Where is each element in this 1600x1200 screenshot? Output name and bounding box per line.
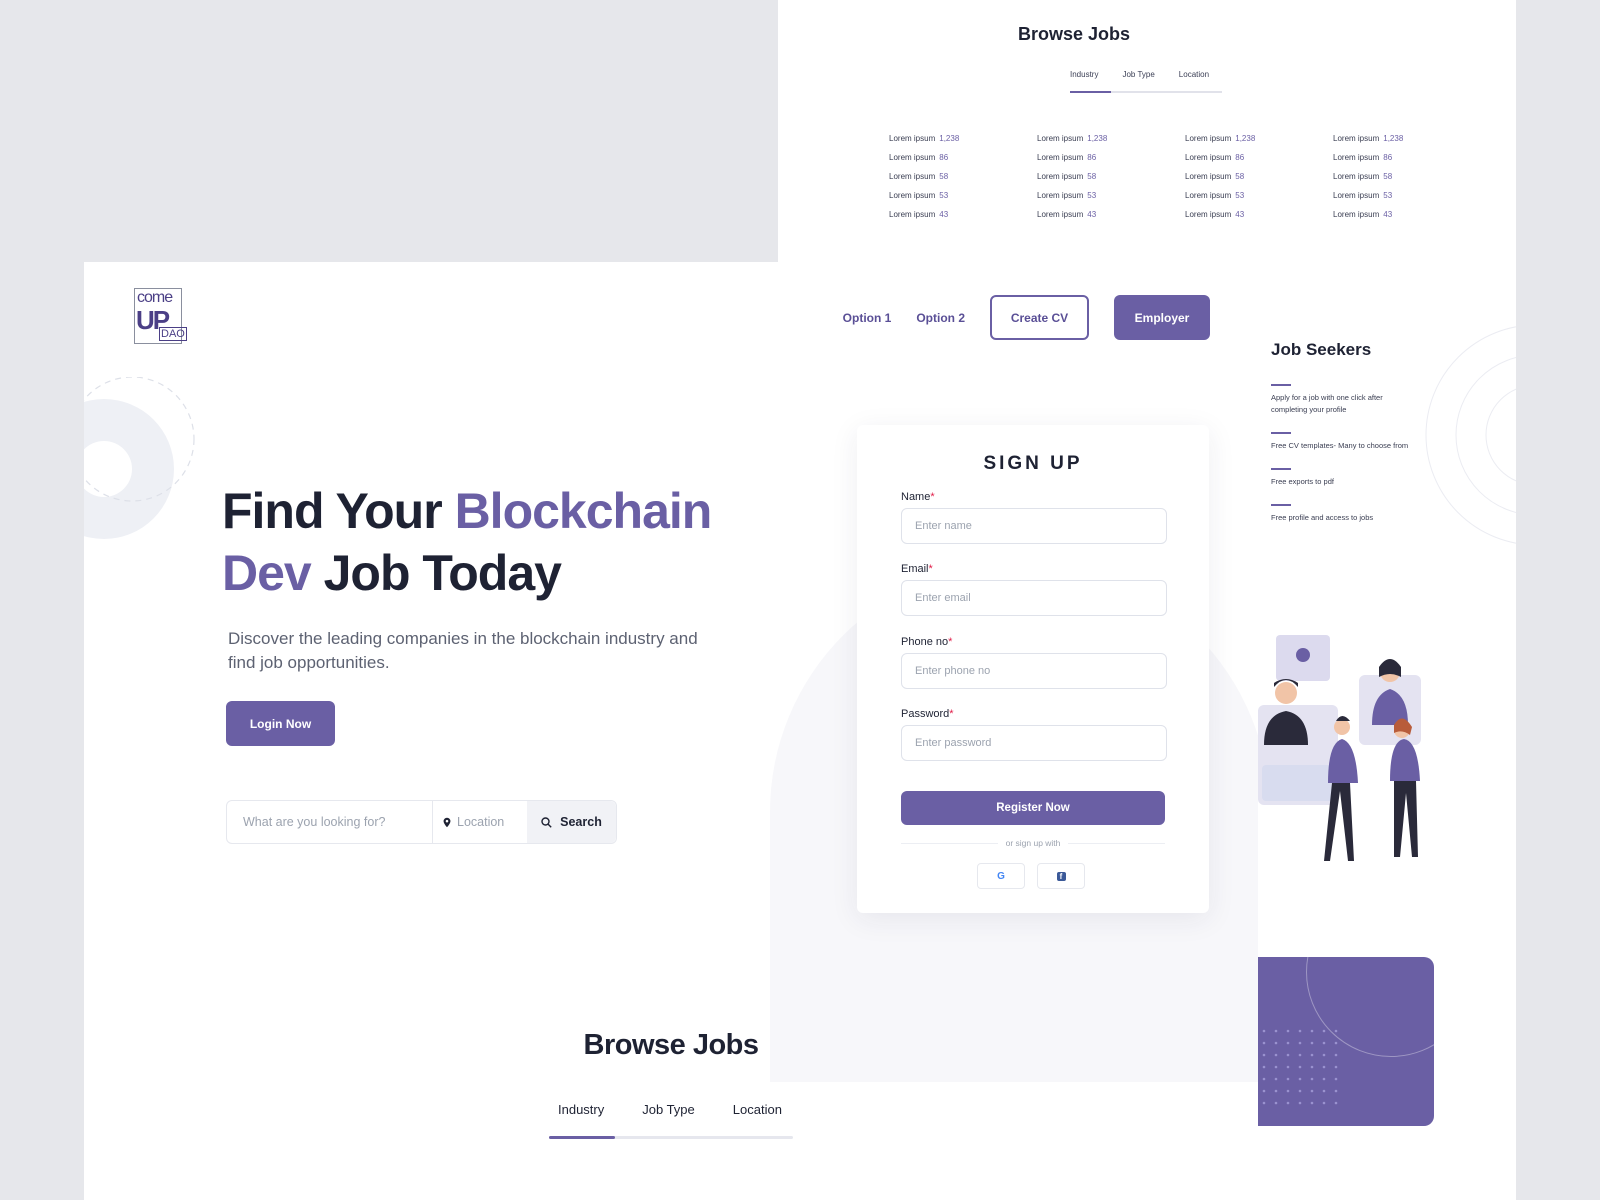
search-input[interactable] [227,801,433,843]
tab-industry[interactable]: Industry [549,1102,613,1117]
category-item[interactable]: Lorem ipsum 58 [1333,172,1481,181]
back-tabs: Industry Job Type Location [1070,70,1209,91]
tab-indicator [549,1136,793,1139]
google-signup-button[interactable]: G [977,863,1025,889]
search-button-label: Search [560,815,602,829]
category-item[interactable]: Lorem ipsum 86 [1333,153,1481,162]
back-tab-industry[interactable]: Industry [1070,70,1098,91]
phone-input[interactable] [901,653,1167,689]
hero-subtitle: Discover the leading companies in the bl… [228,629,698,672]
category-item[interactable]: Lorem ipsum 43 [889,210,1037,219]
location-field[interactable] [433,801,527,843]
tab-location[interactable]: Location [724,1102,791,1117]
job-search-bar: Search [226,800,617,844]
category-item[interactable]: Lorem ipsum 86 [1185,153,1333,162]
category-item[interactable]: Lorem ipsum 1,238 [1333,134,1481,143]
job-seekers-title: Job Seekers [1271,340,1372,359]
category-item[interactable]: Lorem ipsum 43 [1037,210,1185,219]
browse-jobs-title: Browse Jobs [583,1029,760,1061]
back-tab-location[interactable]: Location [1179,70,1209,91]
google-icon: G [997,870,1005,882]
category-item[interactable]: Lorem ipsum 43 [1185,210,1333,219]
password-input[interactable] [901,725,1167,761]
category-item[interactable]: Lorem ipsum 53 [889,191,1037,200]
seeker-benefit: Free exports to pdf [1271,468,1411,488]
signup-form: SIGN UP Name* Email* Phone no* Password*… [857,425,1209,913]
location-input[interactable] [457,815,527,829]
category-item[interactable]: Lorem ipsum 53 [1185,191,1333,200]
browse-tabs: Industry Job Type Location [549,1102,811,1117]
comeup-dao-logo[interactable]: come UP DAO [134,288,187,344]
back-tab-indicator [1070,91,1222,93]
landing-page-card: come UP DAO Option 1 Option 2 Create CV … [84,262,1258,1200]
category-column: Lorem ipsum 1,238 Lorem ipsum 86 Lorem ips… [889,134,1037,219]
email-field-group: Email* [901,563,1167,616]
back-category-grid: Lorem ipsum 1,238 Lorem ipsum 86 Lorem ips… [889,134,1481,219]
category-item[interactable]: Lorem ipsum 1,238 [889,134,1037,143]
category-column: Lorem ipsum 1,238 Lorem ipsum 86 Lorem ips… [1037,134,1185,219]
create-cv-button[interactable]: Create CV [990,295,1089,340]
people-illustration [1258,635,1421,861]
email-input[interactable] [901,580,1167,616]
seeker-benefit: Free CV templates- Many to choose from [1271,432,1411,452]
employer-button[interactable]: Employer [1114,295,1210,340]
category-column: Lorem ipsum 1,238 Lorem ipsum 86 Lorem ips… [1333,134,1481,219]
name-label: Name* [901,491,935,503]
category-column: Lorem ipsum 1,238 Lorem ipsum 86 Lorem ips… [1185,134,1333,219]
back-browse-title: Browse Jobs [1017,24,1131,44]
search-icon [541,816,552,828]
category-item[interactable]: Lorem ipsum 53 [1333,191,1481,200]
category-item[interactable]: Lorem ipsum 86 [1037,153,1185,162]
tab-job-type[interactable]: Job Type [633,1102,704,1117]
login-button[interactable]: Login Now [226,701,335,746]
register-button[interactable]: Register Now [901,791,1165,825]
name-field-group: Name* [901,491,1167,544]
signup-title: SIGN UP [983,453,1083,474]
job-seekers-section: Job Seekers Apply for a job with one cli… [1271,340,1411,540]
facebook-signup-button[interactable]: f [1037,863,1085,889]
phone-label: Phone no* [901,636,953,648]
social-divider: or sign up with [901,838,1165,848]
category-item[interactable]: Lorem ipsum 58 [889,172,1037,181]
seeker-benefit: Apply for a job with one click after com… [1271,384,1411,416]
name-input[interactable] [901,508,1167,544]
password-label: Password* [901,708,954,720]
email-label: Email* [901,563,933,575]
category-item[interactable]: Lorem ipsum 86 [889,153,1037,162]
nav-option-2[interactable]: Option 2 [916,311,965,325]
category-item[interactable]: Lorem ipsum 53 [1037,191,1185,200]
seeker-benefit: Free profile and access to jobs [1271,504,1411,524]
location-pin-icon [443,817,451,827]
category-item[interactable]: Lorem ipsum 58 [1185,172,1333,181]
facebook-icon: f [1056,871,1066,881]
category-item[interactable]: Lorem ipsum 1,238 [1185,134,1333,143]
phone-field-group: Phone no* [901,636,1167,689]
category-item[interactable]: Lorem ipsum 58 [1037,172,1185,181]
category-item[interactable]: Lorem ipsum 1,238 [1037,134,1185,143]
hero-title: Find Your Blockchain Dev Job Today [222,483,712,601]
decorative-ring [84,377,195,539]
password-field-group: Password* [901,708,1167,761]
nav-option-1[interactable]: Option 1 [843,311,892,325]
category-item[interactable]: Lorem ipsum 43 [1333,210,1481,219]
back-tab-job-type[interactable]: Job Type [1122,70,1154,91]
top-nav: Option 1 Option 2 Create CV Employer [843,295,1210,340]
search-button[interactable]: Search [527,801,616,843]
